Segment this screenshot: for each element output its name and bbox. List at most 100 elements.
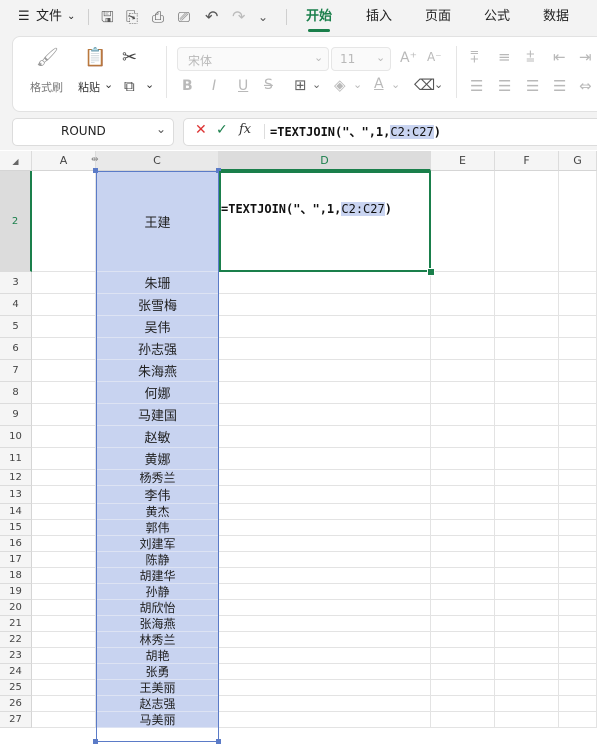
column-header-c[interactable]: C xyxy=(96,151,219,171)
row-header[interactable]: 3 xyxy=(0,272,32,294)
selection-handle[interactable] xyxy=(93,168,98,173)
cell-empty[interactable] xyxy=(219,426,431,448)
cell-empty[interactable] xyxy=(431,712,495,728)
row-header[interactable]: 5 xyxy=(0,316,32,338)
font-grow-icon[interactable]: A⁺ xyxy=(400,50,417,66)
undo-icon[interactable]: ↶ xyxy=(205,0,218,34)
row-header[interactable]: 20 xyxy=(0,600,32,616)
cell-empty[interactable] xyxy=(431,680,495,696)
menu-icon[interactable]: ☰ xyxy=(18,0,30,34)
cell-empty[interactable] xyxy=(431,272,495,294)
cell-a[interactable] xyxy=(32,616,96,632)
row-header[interactable]: 17 xyxy=(0,552,32,568)
cell-empty[interactable] xyxy=(219,486,431,504)
cell-a[interactable] xyxy=(32,382,96,404)
cell-empty[interactable] xyxy=(219,404,431,426)
cell-empty[interactable] xyxy=(219,294,431,316)
redo-icon[interactable]: ↷ xyxy=(232,0,245,34)
chevron-down-icon[interactable]: ⌄ xyxy=(67,0,75,34)
cell-empty[interactable] xyxy=(559,616,597,632)
copy-icon[interactable]: ⧉ xyxy=(124,76,135,96)
chevron-down-icon[interactable]: ⌄ xyxy=(312,78,321,91)
cell-empty[interactable] xyxy=(495,486,559,504)
cell-a[interactable] xyxy=(32,486,96,504)
export-pdf-icon[interactable]: ⎘ xyxy=(126,0,138,34)
row-header[interactable]: 2 xyxy=(0,171,32,272)
row-header[interactable]: 26 xyxy=(0,696,32,712)
row-header[interactable]: 8 xyxy=(0,382,32,404)
cell-empty[interactable] xyxy=(431,486,495,504)
cell-empty[interactable] xyxy=(559,680,597,696)
cell-a[interactable] xyxy=(32,504,96,520)
cell-empty[interactable] xyxy=(431,552,495,568)
cell-empty[interactable] xyxy=(431,584,495,600)
tab-data[interactable]: 数据 xyxy=(543,0,569,34)
cell-empty[interactable] xyxy=(559,171,597,272)
cell-empty[interactable] xyxy=(495,338,559,360)
cell-empty[interactable] xyxy=(495,426,559,448)
row-header[interactable]: 25 xyxy=(0,680,32,696)
more-chevron-icon[interactable]: ⌄ xyxy=(258,0,268,34)
cell-a[interactable] xyxy=(32,696,96,712)
align-right-icon[interactable]: ☰ xyxy=(526,77,539,95)
row-header[interactable]: 12 xyxy=(0,470,32,486)
cell-a[interactable] xyxy=(32,272,96,294)
cell-name[interactable]: 胡艳 xyxy=(96,648,219,664)
cell-empty[interactable] xyxy=(495,536,559,552)
cell-a[interactable] xyxy=(32,294,96,316)
cell-empty[interactable] xyxy=(559,600,597,616)
cell-a[interactable] xyxy=(32,632,96,648)
cell-empty[interactable] xyxy=(559,568,597,584)
format-painter-icon[interactable]: 🖌 xyxy=(36,48,59,68)
cell-empty[interactable] xyxy=(559,470,597,486)
cell-empty[interactable] xyxy=(495,616,559,632)
row-header[interactable]: 6 xyxy=(0,338,32,360)
cell-empty[interactable] xyxy=(559,664,597,680)
function-icon[interactable]: fx xyxy=(239,122,251,137)
cell-empty[interactable] xyxy=(495,552,559,568)
cell-empty[interactable] xyxy=(495,404,559,426)
cell-empty[interactable] xyxy=(431,696,495,712)
cell-empty[interactable] xyxy=(495,584,559,600)
chevron-down-icon[interactable]: ⌄ xyxy=(391,78,400,91)
cell-a[interactable] xyxy=(32,664,96,680)
cell-empty[interactable] xyxy=(431,294,495,316)
border-icon[interactable]: ⊞ xyxy=(294,76,307,94)
selection-handle[interactable] xyxy=(216,739,221,744)
selection-handle[interactable] xyxy=(93,739,98,744)
cell-name[interactable]: 胡欣怡 xyxy=(96,600,219,616)
cell-empty[interactable] xyxy=(431,338,495,360)
cell-empty[interactable] xyxy=(431,568,495,584)
cell-name[interactable]: 黄杰 xyxy=(96,504,219,520)
strikethrough-icon[interactable]: S̶ xyxy=(264,77,273,93)
cell-a[interactable] xyxy=(32,316,96,338)
cell-empty[interactable] xyxy=(495,448,559,470)
cell-name[interactable]: 李伟 xyxy=(96,486,219,504)
align-center-icon[interactable]: ☰ xyxy=(498,77,511,95)
cell-a[interactable] xyxy=(32,536,96,552)
cell-empty[interactable] xyxy=(559,584,597,600)
indent-increase-icon[interactable]: ⇥ xyxy=(579,48,592,66)
cell-empty[interactable] xyxy=(495,382,559,404)
cell-empty[interactable] xyxy=(219,520,431,536)
column-header-d[interactable]: D xyxy=(219,151,431,171)
row-header[interactable]: 15 xyxy=(0,520,32,536)
row-header[interactable]: 19 xyxy=(0,584,32,600)
cell-a[interactable] xyxy=(32,470,96,486)
cell-empty[interactable] xyxy=(559,294,597,316)
row-header[interactable]: 14 xyxy=(0,504,32,520)
column-header-f[interactable]: F xyxy=(495,151,559,171)
cell-empty[interactable] xyxy=(495,648,559,664)
cell-empty[interactable] xyxy=(559,520,597,536)
file-menu[interactable]: 文件 xyxy=(36,0,62,34)
cell-empty[interactable] xyxy=(219,584,431,600)
font-name-select[interactable]: 宋体 ⌄ xyxy=(177,47,329,71)
align-middle-icon[interactable]: ≡ xyxy=(498,48,511,66)
cell-name[interactable]: 马建国 xyxy=(96,404,219,426)
row-header[interactable]: 16 xyxy=(0,536,32,552)
chevron-down-icon[interactable]: ⌄ xyxy=(104,78,113,91)
print-preview-icon[interactable]: ⎚ xyxy=(178,0,190,34)
cell-name[interactable]: 杨秀兰 xyxy=(96,470,219,486)
cell-name[interactable]: 张勇 xyxy=(96,664,219,680)
column-header-e[interactable]: E xyxy=(431,151,495,171)
